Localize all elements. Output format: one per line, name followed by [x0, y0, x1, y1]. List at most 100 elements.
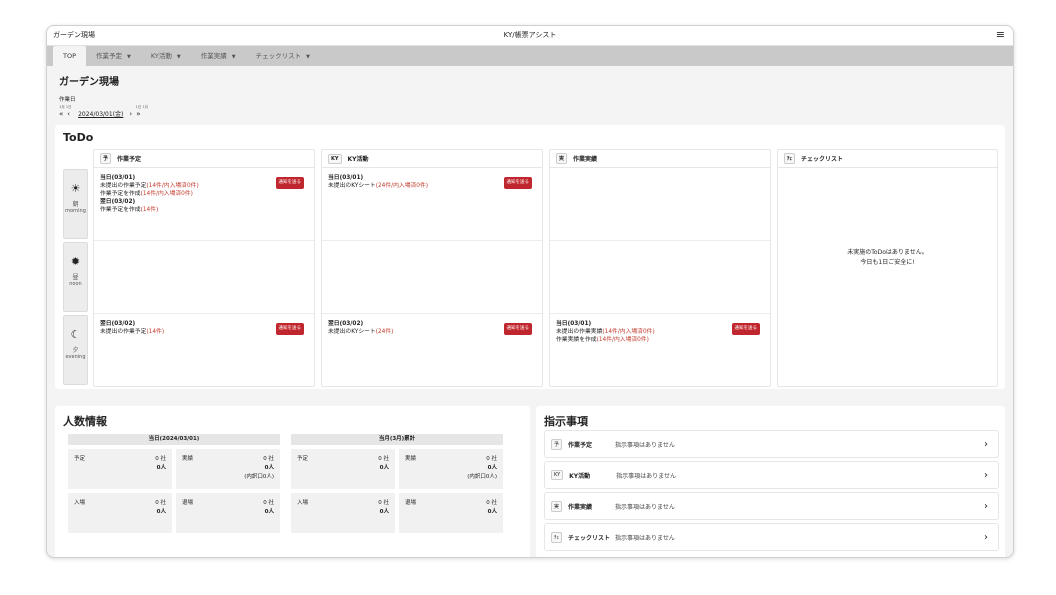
instruction-row[interactable]: 予作業予定 指示事項はありません › [544, 430, 999, 458]
instruction-category: 作業実績 [568, 503, 593, 511]
instruction-row[interactable]: 実作業実績 指示事項はありません › [544, 492, 999, 520]
todo-count: (14件/内入場済0件) [146, 183, 199, 189]
column-header: ﾁｪ チェックリスト [778, 150, 997, 168]
time-slot-evening: ☾ 夕 evening [63, 315, 88, 385]
instruction-row[interactable]: KY KY活動 指示事項はありません › [544, 461, 999, 489]
cell-v1: 0 社 [486, 456, 497, 462]
todo-text: 翌日(03/02) [328, 321, 364, 327]
todo-text: 作業実績を作成 [556, 337, 597, 343]
instruction-message: 指示事項はありません [616, 472, 676, 480]
headcount-cell: 退場 0 社 0人 [176, 493, 280, 533]
page-header: ガーデン現場 作業日 1月 1日 1日 1月 « ‹ 2024/03/01(金) … [59, 73, 148, 118]
nav-top[interactable]: TOP [53, 46, 87, 66]
cell-v2: 0人 [379, 509, 389, 515]
prev-month-button[interactable]: « [59, 110, 63, 118]
cell-v2: 0人 [156, 465, 166, 471]
todo-count: (14件/内入場済0件) [602, 329, 655, 335]
instructions-panel: 指示事項 予作業予定 指示事項はありません › KY KY活動 指示事項はありません › 実作… [536, 406, 1005, 557]
headcount-cell: 入場 0 社 0人 [68, 493, 172, 533]
send-notification-button[interactable]: 通知を送る [731, 323, 760, 335]
instruction-message: 指示事項はありません [615, 503, 675, 511]
chevron-right-icon: › [984, 469, 988, 481]
send-notification-button[interactable]: 通知を送る [503, 177, 532, 189]
time-slot-morning: ☀ 朝 morning [63, 169, 88, 239]
cell-v1: 0 社 [486, 500, 497, 506]
brand-title: KY/帳票アシスト [503, 31, 557, 39]
cell-v2: 0人 [264, 465, 274, 471]
caret-down-icon: ▼ [127, 54, 131, 60]
todo-text: 作業予定を作成 [100, 191, 141, 197]
column-title: チェックリスト [801, 156, 844, 163]
prev-day-button[interactable]: ‹ [67, 110, 70, 118]
date-label: 作業日 [59, 97, 76, 103]
column-title: 作業予定 [117, 156, 142, 163]
headcount-title: 人数情報 [63, 415, 107, 428]
next-month-button[interactable]: » [136, 110, 140, 118]
todo-slot-noon [322, 242, 542, 314]
todo-text: 未提出の作業実績 [556, 329, 603, 335]
nav-work-plan[interactable]: 作業予定 ▼ [86, 46, 141, 66]
todo-column: KY KY活動 当日(03/01) 未提出のKYシート(24件/内入場済0件) 通知を送… [321, 149, 543, 387]
todo-text: 未提出のKYシート [328, 183, 376, 189]
headcount-panel: 人数情報 当日(2024/03/01) 予定 0 社 0人 実績 0 社 0人 (内訳口0人)… [55, 406, 530, 557]
todo-slot-morning: 当日(03/01) 未提出の作業予定(14件/内入場済0件) 作業予定を作成(14件… [94, 169, 314, 241]
todo-slot-evening: 翌日(03/02) 未提出の作業予定(14件) 通知を送る [94, 315, 314, 387]
cell-v1: 0 社 [155, 500, 166, 506]
category-tag: KY [551, 470, 564, 480]
column-title: 作業実績 [573, 156, 598, 163]
chevron-right-icon: › [984, 438, 988, 450]
category-tag: 実 [551, 500, 563, 512]
nav-ky-activity[interactable]: KY活動 ▼ [141, 46, 191, 66]
headcount-group: 当月(3月)累計 予定 0 社 0人 実績 0 社 0人 (内訳口0人) 入場 0 社 0人 退場 0 … [291, 434, 503, 533]
column-header: KY KY活動 [322, 150, 542, 168]
headcount-group: 当日(2024/03/01) 予定 0 社 0人 実績 0 社 0人 (内訳口0人) 入場 0 社… [68, 434, 280, 533]
chevron-right-icon: › [984, 531, 988, 543]
cell-v2: 0人 [487, 465, 497, 471]
category-tag: 予 [551, 438, 563, 450]
cell-label: 実績 [405, 456, 417, 462]
instruction-message: 指示事項はありません [615, 441, 675, 449]
app-window: ガーデン現場 KY/帳票アシスト ≡ TOP 作業予定 ▼ KY活動 ▼ 作業実績 ▼… [46, 25, 1014, 558]
category-tag: ﾁｪ [784, 153, 796, 164]
headcount-cell: 実績 0 社 0人 (内訳口0人) [399, 449, 503, 489]
todo-text: 翌日(03/02) [100, 199, 136, 205]
todo-count: (14件) [146, 329, 165, 335]
send-notification-button[interactable]: 通知を送る [503, 323, 532, 335]
todo-line: 作業実績を作成(14件/内入場済0件) [556, 336, 764, 344]
cell-v1: 0 社 [263, 456, 274, 462]
nav-work-result[interactable]: 作業実績 ▼ [191, 46, 246, 66]
date-picker[interactable]: 2024/03/01(金) [78, 109, 123, 118]
cell-label: 退場 [182, 500, 194, 506]
headcount-cell: 入場 0 社 0人 [291, 493, 395, 533]
cell-v1: 0 社 [155, 456, 166, 462]
nav-checklist[interactable]: チェックリスト ▼ [246, 46, 320, 66]
todo-slot-morning [550, 169, 770, 241]
todo-title: ToDo [63, 131, 94, 144]
hamburger-menu-icon[interactable]: ≡ [996, 28, 1005, 42]
category-tag: 実 [556, 153, 568, 164]
cell-label: 入場 [74, 500, 86, 506]
instruction-row[interactable]: ﾁｪ チェックリスト 指示事項はありません › [544, 523, 999, 551]
instruction-category: KY活動 [569, 472, 591, 480]
todo-line: 作業予定を作成(14件/内入場済0件) [100, 190, 308, 198]
column-title: KY活動 [347, 156, 369, 163]
next-day-button[interactable]: › [129, 110, 132, 118]
todo-text: 未提出の作業予定 [100, 329, 147, 335]
cell-v3: (内訳口0人) [467, 474, 497, 480]
todo-text: 当日(03/01) [556, 321, 592, 327]
cell-label: 予定 [297, 456, 309, 462]
todo-text: 作業予定を作成 [100, 207, 141, 213]
todo-column: ﾁｪ チェックリスト 未実施のToDoはありません。 今日も1日ご安全に! [777, 149, 998, 387]
instruction-message: 指示事項はありません [615, 534, 675, 542]
moon-icon: ☾ [70, 328, 81, 341]
todo-count: (24件) [375, 329, 394, 335]
send-notification-button[interactable]: 通知を送る [275, 177, 304, 189]
category-tag: KY [328, 153, 342, 164]
cell-v1: 0 社 [263, 500, 274, 506]
todo-text: 当日(03/01) [328, 175, 364, 181]
send-notification-button[interactable]: 通知を送る [275, 323, 304, 335]
empty-line: 今日も1日ご安全に! [860, 259, 915, 266]
todo-count: (14件/内入場済0件) [596, 337, 649, 343]
todo-slot-evening: 当日(03/01) 未提出の作業実績(14件/内入場済0件) 作業実績を作成(14件… [550, 315, 770, 387]
instruction-category: 作業予定 [568, 441, 593, 449]
